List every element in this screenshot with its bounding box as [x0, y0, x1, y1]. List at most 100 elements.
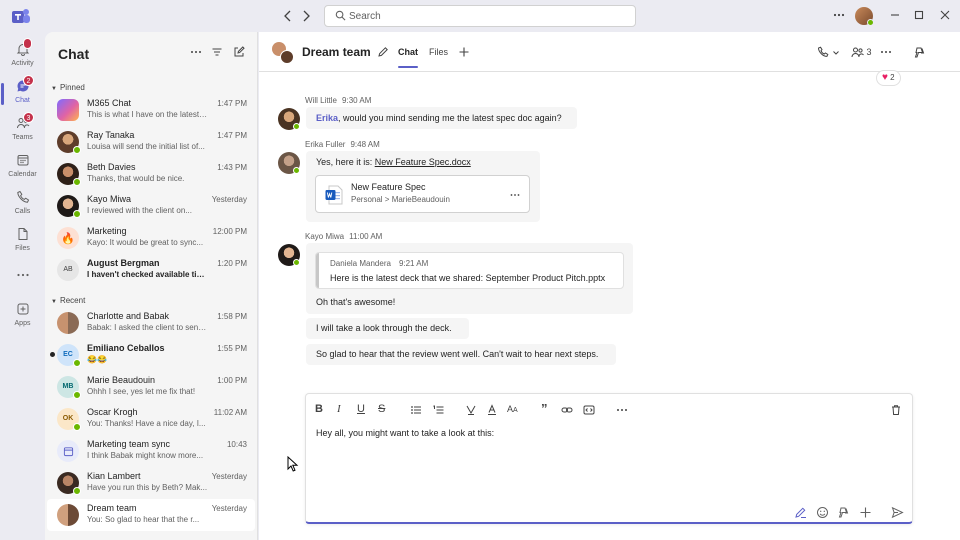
rail-item-apps[interactable]: Apps: [0, 300, 45, 336]
file-card[interactable]: New Feature Spec Personal > MarieBeaudou…: [315, 175, 530, 213]
message-text: I will take a look through the deck.: [316, 323, 452, 333]
back-icon[interactable]: [280, 8, 296, 24]
bold-button[interactable]: B: [315, 403, 323, 415]
minimize-icon[interactable]: [888, 8, 902, 22]
chat-item-marketing-team-sync[interactable]: Marketing team sync 10:43 I think Babak …: [47, 435, 255, 467]
chat-item-ray-tanaka[interactable]: Ray Tanaka 1:47 PM Louisa will send the …: [47, 126, 255, 158]
message-bubble[interactable]: Daniela Mandera 9:21 AM Here is the lates…: [306, 243, 633, 314]
teams-logo-icon[interactable]: [10, 6, 32, 28]
send-icon[interactable]: [891, 506, 904, 519]
chat-item-oscar-krogh[interactable]: OK Oscar Krogh 11:02 AM You: Thanks! Hav…: [47, 403, 255, 435]
chat-item-charlotte-babak[interactable]: Charlotte and Babak 1:58 PM Babak: I ask…: [47, 307, 255, 339]
search-placeholder: Search: [349, 11, 381, 22]
participants-button[interactable]: 3: [851, 46, 872, 58]
message-author: Will Little: [305, 96, 338, 105]
emoji-icon[interactable]: [816, 506, 829, 519]
strikethrough-button[interactable]: S: [378, 403, 385, 415]
chevron-down-icon[interactable]: [832, 49, 840, 57]
calendar-icon: [17, 155, 29, 166]
message-bubble[interactable]: Erika, would you mind sending me the lat…: [306, 107, 577, 129]
rail-item-teams[interactable]: 3 Teams: [0, 112, 45, 150]
quote-time: 9:21 AM: [398, 259, 429, 268]
rail-item-chat[interactable]: 2 Chat: [0, 75, 45, 113]
chat-item-preview: Have you run this by Beth? Mak...: [87, 483, 208, 492]
more-options-icon[interactable]: [832, 8, 846, 22]
chat-item-kayo-miwa[interactable]: Kayo Miwa Yesterday I reviewed with the …: [47, 190, 255, 222]
chat-item-marketing[interactable]: 🔥 Marketing 12:00 PM Kayo: It would be g…: [47, 222, 255, 254]
caret-down-icon: ▼: [51, 299, 57, 305]
chat-item-time: 1:43 PM: [217, 163, 247, 172]
heart-icon: ♥: [882, 72, 888, 83]
format-pen-icon[interactable]: [794, 506, 807, 519]
section-pinned[interactable]: ▼ Pinned: [51, 83, 85, 92]
chat-list-pane: Chat ▼ Pinned M365 Chat 1:47 PM This is w…: [45, 32, 258, 540]
rail-item-activity[interactable]: Activity: [0, 38, 45, 76]
file-link[interactable]: New Feature Spec.docx: [375, 157, 471, 167]
chat-item-preview: This is what I have on the latest o...: [87, 110, 209, 119]
rail-item-calls[interactable]: Calls: [0, 188, 45, 224]
presence-available-icon: [73, 391, 81, 399]
chat-item-time: Yesterday: [211, 472, 247, 481]
rail-item-files[interactable]: Files: [0, 225, 45, 261]
chat-item-time: 12:00 PM: [212, 227, 247, 236]
underline-button[interactable]: U: [357, 403, 365, 415]
quoted-message[interactable]: Daniela Mandera 9:21 AM Here is the lates…: [315, 252, 624, 289]
more-options-icon[interactable]: [616, 404, 628, 416]
maximize-icon[interactable]: [912, 8, 926, 22]
filter-icon[interactable]: [211, 46, 223, 58]
heart-reaction[interactable]: ♥ 2: [876, 70, 901, 86]
quote-button[interactable]: ”: [541, 401, 548, 416]
italic-button[interactable]: I: [337, 403, 341, 415]
chat-item-kian-lambert[interactable]: Kian Lambert Yesterday Have you run this…: [47, 467, 255, 499]
chat-item-emiliano-ceballos[interactable]: EC Emiliano Ceballos 1:55 PM 😂😂: [47, 339, 255, 371]
message-composer[interactable]: B I U S AA ” Hey all, you might want to …: [305, 393, 913, 524]
more-icon[interactable]: [190, 46, 202, 58]
link-icon[interactable]: [561, 404, 573, 416]
bulleted-list-icon[interactable]: [410, 404, 422, 416]
section-recent[interactable]: ▼ Recent: [51, 296, 85, 305]
message-bubble[interactable]: So glad to hear that the review went wel…: [306, 344, 616, 365]
add-tab-icon[interactable]: [458, 46, 470, 58]
close-icon[interactable]: [938, 8, 952, 22]
code-snippet-icon[interactable]: [583, 404, 595, 416]
chat-item-name: Beth Davies: [87, 162, 136, 172]
chat-item-name: Marketing: [87, 226, 127, 236]
new-chat-icon[interactable]: [233, 46, 245, 58]
copilot-icon[interactable]: [913, 46, 926, 59]
message-bubble[interactable]: I will take a look through the deck.: [306, 318, 469, 339]
more-icon[interactable]: [510, 191, 520, 199]
chat-item-beth-davies[interactable]: Beth Davies 1:43 PM Thanks, that would b…: [47, 158, 255, 190]
presence-available-icon: [73, 359, 81, 367]
more-icon[interactable]: [880, 46, 892, 58]
tab-files[interactable]: Files: [429, 47, 448, 57]
message-text: , would you mind sending me the latest s…: [338, 113, 562, 123]
rail-item-calendar[interactable]: Calendar: [0, 151, 45, 187]
trash-icon[interactable]: [890, 404, 902, 416]
chat-item-name: Charlotte and Babak: [87, 311, 170, 321]
file-path: Personal > MarieBeaudouin: [351, 195, 450, 204]
numbered-list-icon[interactable]: [432, 404, 444, 416]
chat-item-m365[interactable]: M365 Chat 1:47 PM This is what I have on…: [47, 94, 255, 126]
message-bubble[interactable]: Yes, here it is: New Feature Spec.docx N…: [306, 151, 540, 222]
chat-item-marie-beaudouin[interactable]: MB Marie Beaudouin 1:00 PM Ohhh I see, y…: [47, 371, 255, 403]
search-input[interactable]: Search: [324, 5, 636, 27]
add-attachment-icon[interactable]: [859, 506, 872, 519]
rail-item-more-apps[interactable]: [0, 262, 45, 298]
font-color-icon[interactable]: [486, 404, 498, 416]
message-time: 9:30 AM: [342, 96, 372, 105]
composer-text[interactable]: Hey all, you might want to take a look a…: [316, 428, 494, 438]
reaction-count: 2: [890, 73, 895, 82]
chat-item-dream-team[interactable]: Dream team Yesterday You: So glad to hea…: [47, 499, 255, 531]
font-size-button[interactable]: AA: [507, 404, 518, 414]
forward-icon[interactable]: [298, 8, 314, 24]
copilot-icon[interactable]: [837, 506, 850, 519]
rail-label: Files: [15, 245, 30, 252]
group-avatar: [272, 42, 294, 64]
chat-item-august-bergman[interactable]: AB August Bergman 1:20 PM I haven't chec…: [47, 254, 255, 286]
highlight-icon[interactable]: [465, 404, 477, 416]
chat-item-name: Marie Beaudouin: [87, 375, 156, 385]
mention[interactable]: Erika: [316, 113, 338, 123]
edit-name-icon[interactable]: [377, 46, 389, 58]
tab-chat[interactable]: Chat: [398, 47, 418, 68]
call-icon[interactable]: [817, 46, 829, 58]
